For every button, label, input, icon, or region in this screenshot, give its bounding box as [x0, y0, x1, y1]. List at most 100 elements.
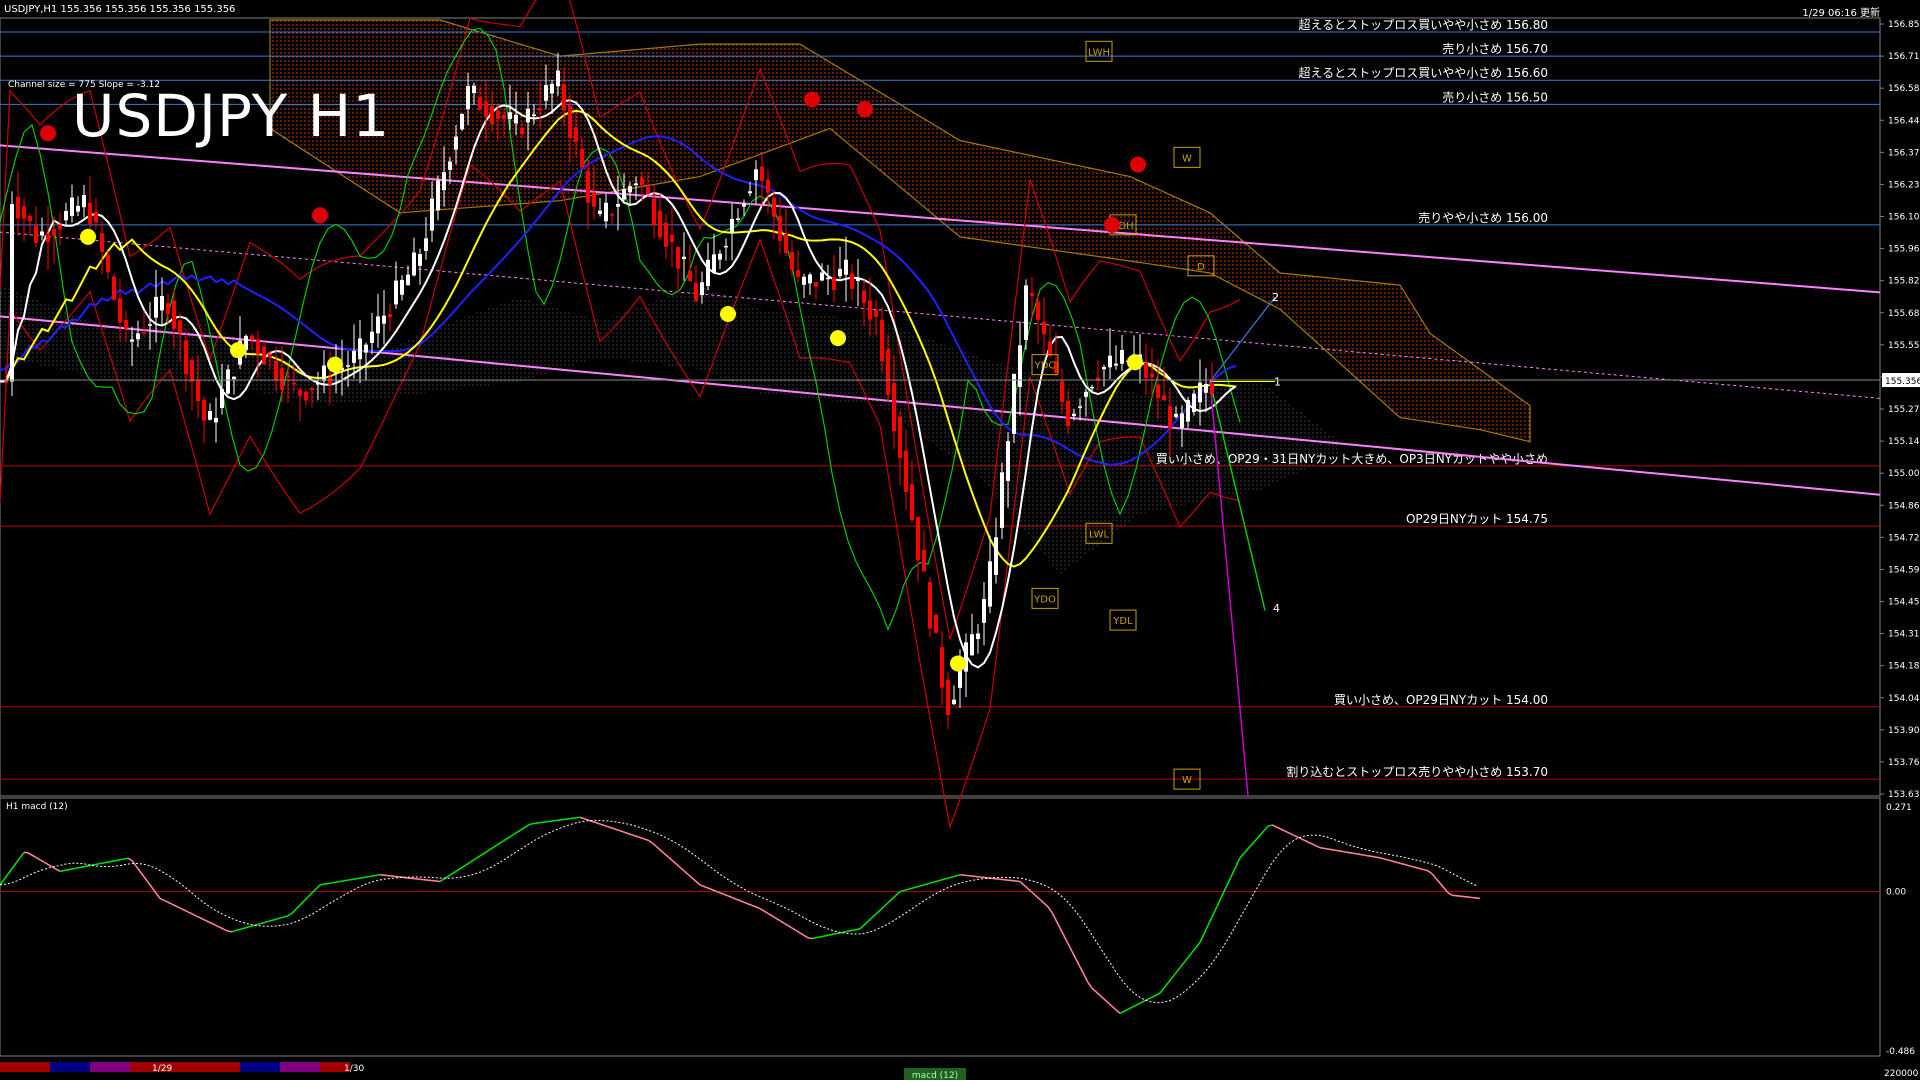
candle-body — [100, 233, 104, 252]
macd-segment — [639, 836, 645, 840]
candle-body — [778, 215, 782, 241]
candle-body — [748, 191, 752, 194]
macd-segment — [859, 924, 865, 930]
price-tag: 155.356 — [1885, 377, 1920, 387]
macd-segment — [1075, 958, 1081, 968]
macd-segment — [767, 912, 773, 917]
macd-segment — [299, 900, 305, 906]
candle-body — [280, 368, 284, 390]
macd-segment — [1419, 867, 1425, 871]
macd-segment — [327, 882, 333, 885]
macd-segment — [551, 819, 557, 822]
macd-segment — [359, 876, 365, 879]
candle-body — [52, 228, 56, 236]
macd-segment — [103, 861, 109, 864]
macd-segment — [1447, 891, 1453, 896]
macd-segment — [1047, 906, 1053, 913]
macd-segment — [927, 881, 933, 885]
macd-segment — [35, 856, 41, 861]
macd-segment — [451, 870, 457, 875]
macd-segment — [523, 824, 529, 829]
macd-segment — [531, 822, 537, 825]
marker-label: W — [1182, 153, 1192, 164]
candle-body — [1108, 355, 1112, 368]
macd-segment — [755, 906, 761, 910]
macd-segment — [787, 924, 793, 929]
macd-segment — [371, 874, 377, 877]
axis-label: 154.725 — [1888, 533, 1920, 543]
candle-body — [1150, 373, 1154, 378]
macd-segment — [499, 839, 505, 844]
macd-segment — [635, 835, 641, 839]
macd-segment — [99, 862, 105, 865]
macd-segment — [127, 857, 133, 862]
candle-body — [520, 127, 524, 135]
candle-body — [724, 245, 728, 248]
level-label: 売り小さめ 156.70 — [1442, 41, 1548, 56]
candle-body — [1168, 406, 1172, 429]
candle-body — [142, 332, 146, 334]
candle-body — [760, 166, 764, 181]
candle-body — [10, 204, 14, 382]
macd-segment — [643, 838, 649, 842]
axis-label: 154.180 — [1888, 662, 1920, 672]
axis-label: 156.580 — [1888, 84, 1920, 94]
macd-segment — [779, 920, 785, 924]
marker-label: LWH — [1088, 47, 1110, 58]
candle-body — [592, 192, 596, 207]
candle-body — [178, 320, 182, 334]
marker-label: YDL — [1112, 616, 1133, 627]
macd-segment — [315, 884, 321, 890]
wave-label: 1 — [1274, 375, 1281, 388]
macd-segment — [1247, 843, 1253, 850]
fractal-down-icon — [1104, 216, 1120, 233]
macd-segment — [823, 934, 829, 937]
macd-segment — [1339, 850, 1345, 853]
candle-body — [364, 344, 368, 353]
candle-body — [64, 210, 68, 221]
candle-body — [880, 319, 884, 362]
macd-segment — [775, 917, 781, 922]
axis-label: 154.315 — [1888, 630, 1920, 640]
candle-body — [934, 614, 938, 633]
macd-segment — [563, 818, 569, 821]
macd-segment — [163, 899, 169, 903]
candle-body — [580, 148, 584, 168]
fractal-up-icon — [950, 655, 966, 672]
macd-segment — [799, 932, 805, 937]
macd-segment — [795, 929, 801, 934]
macd-segment — [155, 892, 161, 899]
candle-body — [256, 339, 260, 355]
macd-segment — [1059, 927, 1065, 937]
macd-segment — [855, 928, 861, 931]
macd-segment — [1123, 1008, 1129, 1013]
candle-body — [46, 233, 50, 242]
macd-segment — [343, 879, 349, 882]
candle-body — [1072, 413, 1076, 417]
macd-segment — [567, 817, 573, 820]
macd-segment — [555, 819, 561, 822]
macd-segment — [935, 879, 941, 883]
macd-segment — [255, 923, 261, 926]
candle-body — [784, 233, 788, 254]
fractal-up-icon — [80, 228, 96, 245]
macd-segment — [67, 868, 73, 871]
macd-segment — [863, 920, 869, 926]
macd-segment — [247, 925, 253, 928]
macd-segment — [291, 908, 297, 914]
macd-label: H1 macd (12) — [6, 802, 68, 812]
macd-segment — [211, 922, 217, 927]
candle-body — [622, 189, 626, 200]
candle-body — [1204, 383, 1208, 393]
macd-segment — [183, 909, 189, 913]
marker-label: YDO — [1033, 594, 1056, 605]
macd-segment — [819, 935, 825, 938]
macd-segment — [1435, 877, 1441, 884]
date-label: 1/29 — [152, 1064, 172, 1074]
macd-segment — [1131, 1004, 1137, 1009]
candle-body — [490, 106, 494, 124]
candle-body — [370, 331, 374, 343]
candle-body — [454, 136, 458, 150]
candle-body — [460, 114, 464, 130]
macd-segment — [647, 839, 653, 844]
